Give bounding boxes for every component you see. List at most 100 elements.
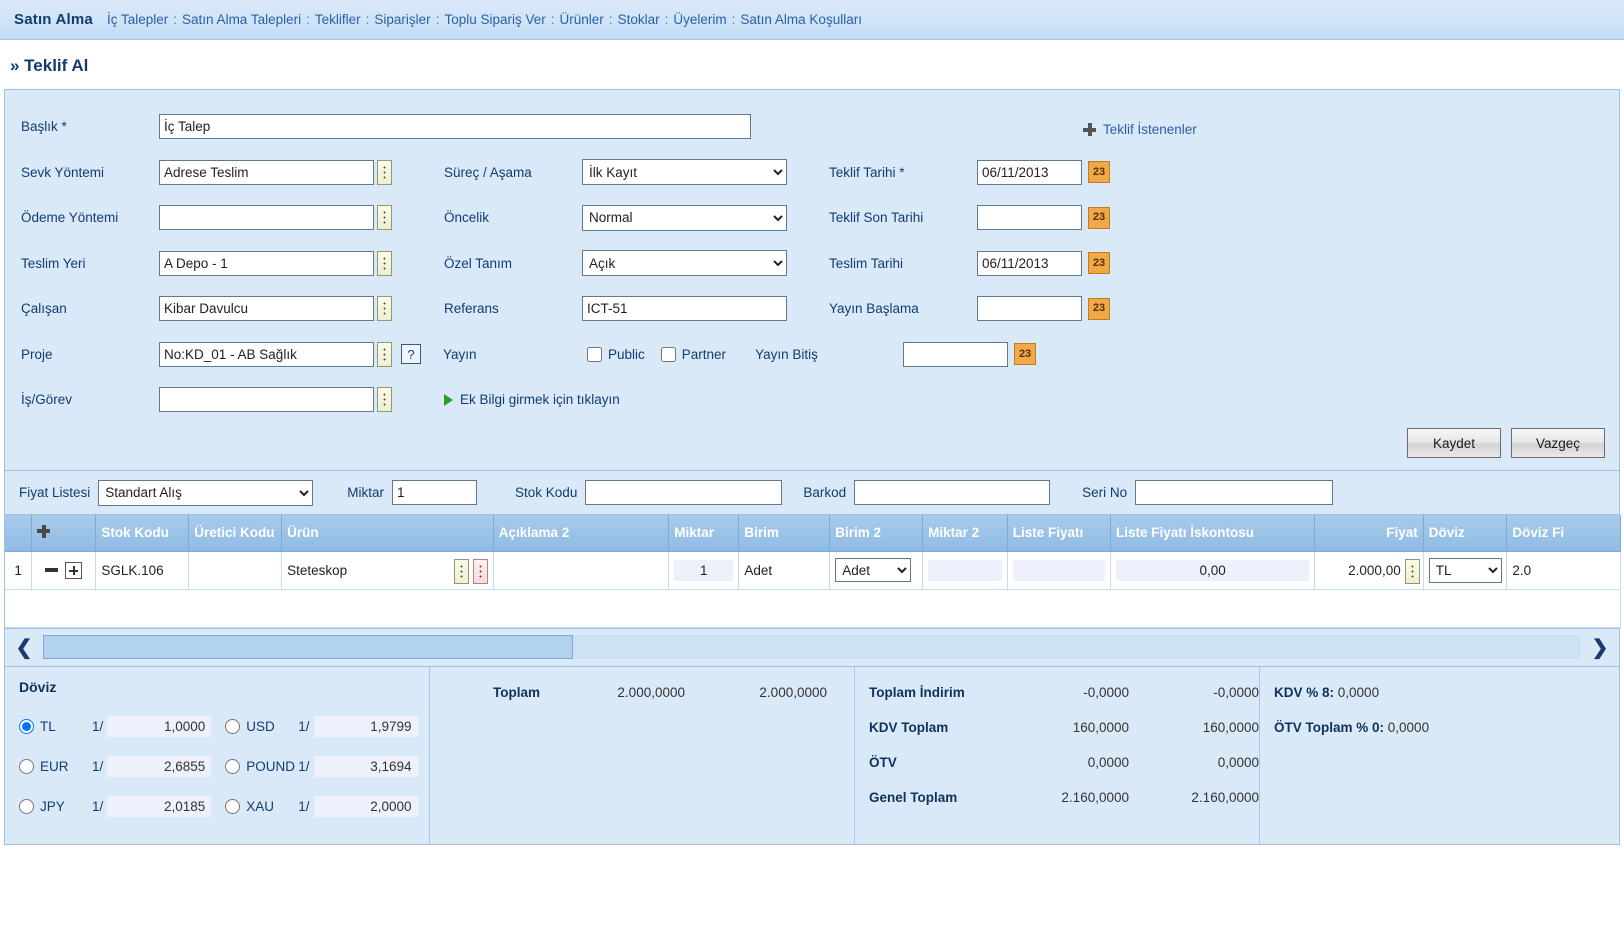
grid-header-doviz[interactable]: Döviz (1423, 515, 1508, 552)
cell-liste-fiyati[interactable] (1007, 551, 1111, 590)
currency-value-eur[interactable]: 2,6855 (107, 756, 212, 777)
currency-option-xau[interactable]: XAU 1/ 2,0000 (225, 796, 418, 817)
calendar-icon-yayin-baslama[interactable]: 23 (1088, 297, 1110, 320)
vazgec-button[interactable]: Vazgeç (1511, 428, 1605, 458)
grid-horizontal-scrollbar[interactable]: ❮ ❯ (4, 628, 1620, 667)
urun-delete-picker-button[interactable] (472, 558, 488, 584)
cell-row-actions[interactable] (31, 551, 97, 590)
yayin-baslama-input[interactable] (977, 296, 1082, 322)
fiyat-listesi-select[interactable]: Standart Alış (98, 479, 314, 506)
currency-option-usd[interactable]: USD 1/ 1,9799 (225, 716, 418, 737)
grid-header-liste-fiyati-iskontosu[interactable]: Liste Fiyatı İskontosu (1110, 515, 1316, 552)
scrollbar-thumb[interactable] (43, 635, 573, 659)
kaydet-button[interactable]: Kaydet (1407, 428, 1501, 458)
ek-bilgi-link[interactable]: Ek Bilgi girmek için tıklayın (444, 392, 620, 407)
ozel-tanim-select[interactable]: Açık (582, 250, 787, 277)
nav-link-ic-talepler[interactable]: İç Talepler (107, 12, 168, 27)
cell-doviz-fi[interactable]: 2.0 (1506, 551, 1621, 590)
doviz-select[interactable]: TL (1428, 557, 1502, 583)
grid-header-urun[interactable]: Ürün (281, 515, 494, 552)
sevk-yontemi-input[interactable] (159, 159, 374, 185)
currency-value-jpy[interactable]: 2,0185 (107, 796, 212, 817)
grid-header-stok-kodu[interactable]: Stok Kodu (95, 515, 190, 552)
is-gorev-input[interactable] (159, 387, 374, 413)
teslim-tarihi-input[interactable] (977, 250, 1082, 276)
proje-picker-button[interactable] (377, 341, 392, 367)
currency-value-xau[interactable]: 2,0000 (313, 796, 418, 817)
referans-input[interactable] (582, 296, 787, 322)
cell-urun[interactable]: Steteskop (281, 551, 494, 590)
baslik-input[interactable] (159, 114, 751, 140)
currency-radio-tl[interactable] (19, 719, 34, 734)
currency-value-pound[interactable]: 3,1694 (313, 756, 418, 777)
help-icon-proje[interactable]: ? (401, 344, 421, 365)
nav-link-urunler[interactable]: Ürünler (560, 12, 604, 27)
currency-radio-pound[interactable] (225, 759, 241, 774)
currency-option-eur[interactable]: EUR 1/ 2,6855 (19, 756, 212, 777)
birim2-select[interactable]: Adet (835, 558, 912, 582)
miktar-input[interactable] (392, 480, 478, 505)
calendar-icon-yayin-bitis[interactable]: 23 (1014, 343, 1037, 366)
surec-asama-select[interactable]: İlk Kayıt (582, 159, 787, 186)
yayin-public-checkbox-wrap[interactable]: Public (587, 346, 645, 362)
teklif-istenenler-link[interactable]: Teklif İstenenler (1083, 122, 1197, 137)
grid-header-add-row[interactable] (31, 515, 97, 552)
oncelik-select[interactable]: Normal (582, 204, 787, 231)
grid-header-miktar2[interactable]: Miktar 2 (922, 515, 1008, 552)
cell-birim[interactable]: Adet (738, 551, 831, 590)
calisan-input[interactable] (159, 296, 374, 322)
currency-value-usd[interactable]: 1,9799 (313, 716, 418, 737)
calisan-picker-button[interactable] (377, 296, 392, 322)
stok-kodu-input[interactable] (585, 480, 783, 505)
teklif-tarihi-input[interactable] (977, 159, 1082, 185)
currency-radio-jpy[interactable] (19, 799, 34, 814)
currency-radio-xau[interactable] (225, 799, 241, 814)
cell-miktar2[interactable] (922, 551, 1008, 590)
table-row[interactable]: 1 SGLK.106 Steteskop 1 Adet Adet 0,00 2.… (5, 551, 1621, 590)
currency-value-tl[interactable]: 1,0000 (107, 716, 212, 737)
yayin-partner-checkbox-wrap[interactable]: Partner (660, 346, 726, 362)
grid-header-birim[interactable]: Birim (738, 515, 831, 552)
teklif-son-tarihi-input[interactable] (977, 205, 1082, 231)
currency-option-pound[interactable]: POUND 1/ 3,1694 (225, 756, 418, 777)
teslim-yeri-picker-button[interactable] (377, 250, 392, 276)
yayin-public-checkbox[interactable] (587, 346, 602, 362)
cell-aciklama2[interactable] (493, 551, 670, 590)
nav-link-satin-alma-kosullari[interactable]: Satın Alma Koşulları (740, 12, 862, 27)
odeme-yontemi-input[interactable] (159, 205, 374, 231)
currency-option-tl[interactable]: TL 1/ 1,0000 (19, 716, 212, 737)
calendar-icon-teklif-son-tarihi[interactable]: 23 (1088, 206, 1110, 229)
grid-header-birim2[interactable]: Birim 2 (829, 515, 924, 552)
grid-header-aciklama2[interactable]: Açıklama 2 (493, 515, 670, 552)
urun-picker-button[interactable] (453, 558, 469, 584)
nav-link-siparisler[interactable]: Siparişler (374, 12, 430, 27)
calendar-icon-teslim-tarihi[interactable]: 23 (1088, 252, 1110, 275)
grid-header-miktar[interactable]: Miktar (668, 515, 740, 552)
nav-link-teklifler[interactable]: Teklifler (315, 12, 361, 27)
nav-link-uyelerim[interactable]: Üyelerim (673, 12, 726, 27)
is-gorev-picker-button[interactable] (377, 387, 392, 413)
calendar-icon-teklif-tarihi[interactable]: 23 (1088, 161, 1110, 184)
currency-radio-eur[interactable] (19, 759, 34, 774)
nav-link-satin-alma-talepleri[interactable]: Satın Alma Talepleri (182, 12, 301, 27)
cell-birim2[interactable]: Adet (829, 551, 924, 590)
scrollbar-track[interactable] (43, 635, 1581, 659)
currency-option-jpy[interactable]: JPY 1/ 2,0185 (19, 796, 212, 817)
cell-doviz[interactable]: TL (1423, 551, 1508, 590)
seri-no-input[interactable] (1135, 480, 1334, 505)
cell-uretici-kodu[interactable] (188, 551, 283, 590)
grid-header-fiyat[interactable]: Fiyat (1314, 515, 1424, 552)
cell-miktar[interactable]: 1 (668, 551, 740, 590)
grid-header-uretici-kodu[interactable]: Üretici Kodu (188, 515, 283, 552)
proje-input[interactable] (159, 341, 374, 367)
expand-row-icon[interactable] (65, 561, 83, 579)
nav-link-stoklar[interactable]: Stoklar (618, 12, 660, 27)
yayin-bitis-input[interactable] (903, 341, 1009, 367)
fiyat-picker-button[interactable] (1404, 558, 1420, 584)
odeme-yontemi-picker-button[interactable] (377, 205, 392, 231)
grid-header-doviz-fi[interactable]: Döviz Fi (1506, 515, 1621, 552)
scroll-right-arrow-icon[interactable]: ❯ (1581, 635, 1619, 660)
cell-liste-fiyati-iskontosu[interactable]: 0,00 (1110, 551, 1316, 590)
currency-radio-usd[interactable] (225, 719, 241, 734)
remove-row-icon[interactable] (45, 568, 59, 572)
